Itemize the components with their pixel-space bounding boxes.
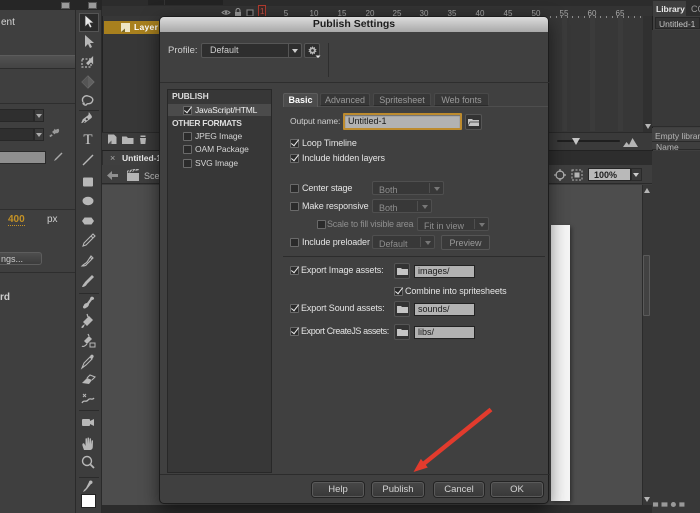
svg-text:T: T [83, 132, 92, 148]
